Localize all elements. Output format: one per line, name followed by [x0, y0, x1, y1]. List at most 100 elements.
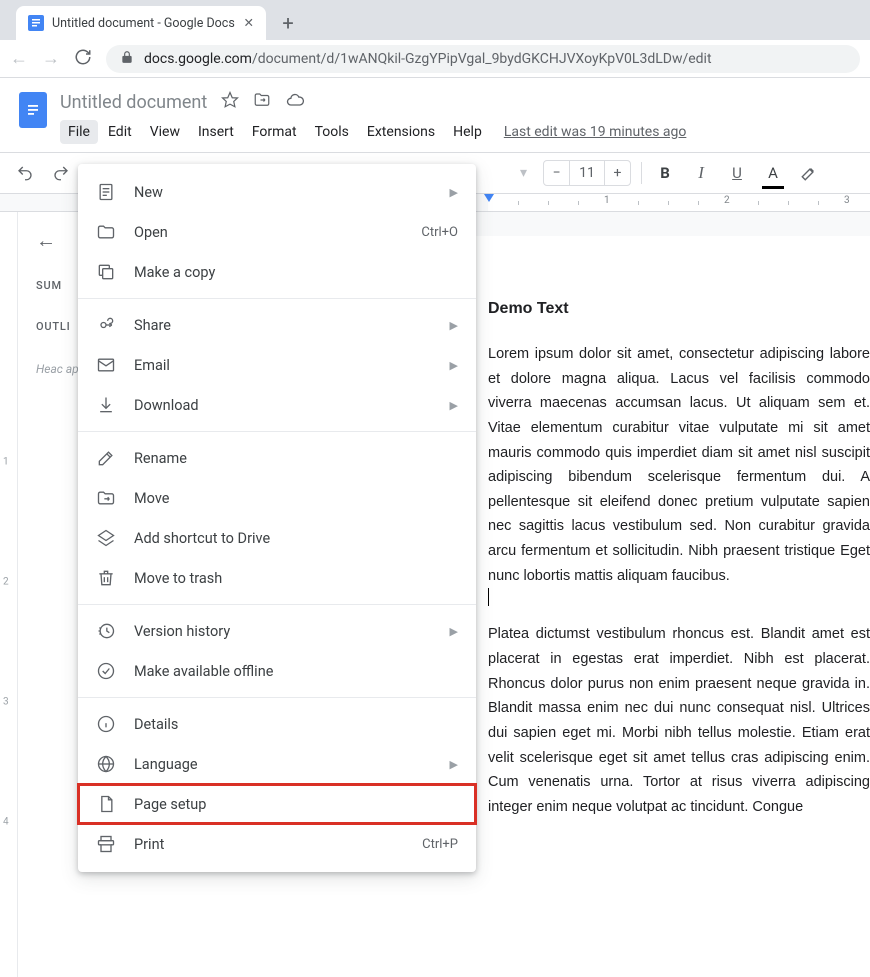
close-tab-icon[interactable]: ✕ — [244, 15, 254, 31]
menu-extensions[interactable]: Extensions — [359, 120, 443, 144]
vertical-ruler[interactable]: 1 2 3 4 — [0, 212, 18, 977]
undo-button[interactable] — [12, 159, 38, 187]
forward-button[interactable]: → — [42, 48, 60, 69]
menu-item-label: Details — [134, 716, 458, 733]
tab-title: Untitled document - Google Docs — [52, 16, 236, 31]
menu-item-label: Open — [134, 224, 403, 241]
separator — [641, 162, 642, 184]
menu-item-label: Make a copy — [134, 264, 458, 281]
file-menu-print[interactable]: Print Ctrl+P — [78, 824, 476, 864]
redo-button[interactable] — [48, 159, 74, 187]
move-icon — [96, 488, 116, 508]
indent-marker-icon[interactable] — [484, 194, 494, 202]
print-icon — [96, 834, 116, 854]
menu-separator — [78, 298, 476, 299]
file-menu-language[interactable]: Language▶ — [78, 744, 476, 784]
submenu-arrow-icon: ▶ — [450, 319, 458, 332]
address-bar: ← → docs.google.com/document/d/1wANQkil-… — [0, 40, 870, 78]
menu-view[interactable]: View — [142, 120, 188, 144]
outline-heading: OUTLI — [36, 320, 76, 333]
menu-item-label: Download — [134, 397, 432, 414]
back-button[interactable]: ← — [10, 48, 28, 69]
font-size-value[interactable]: 11 — [570, 161, 604, 185]
font-style-dropdown[interactable]: ▾ — [514, 165, 533, 181]
move-folder-icon[interactable] — [253, 91, 271, 113]
pagesetup-icon — [96, 794, 116, 814]
menu-help[interactable]: Help — [445, 120, 490, 144]
bold-button[interactable]: B — [652, 159, 678, 187]
menu-item-label: Add shortcut to Drive — [134, 530, 458, 547]
content-paragraph-2[interactable]: Platea dictumst vestibulum rhoncus est. … — [488, 622, 870, 819]
cloud-status-icon[interactable] — [285, 90, 305, 114]
menu-item-label: Move — [134, 490, 458, 507]
doc-icon — [96, 182, 116, 202]
url-input[interactable]: docs.google.com/document/d/1wANQkil-GzgY… — [106, 45, 860, 73]
file-menu-rename[interactable]: Rename — [78, 438, 476, 478]
star-icon[interactable] — [221, 91, 239, 113]
file-menu-make-a-copy[interactable]: Make a copy — [78, 252, 476, 292]
menu-file[interactable]: File — [60, 120, 98, 144]
file-menu-add-shortcut-to-drive[interactable]: Add shortcut to Drive — [78, 518, 476, 558]
font-size-increase[interactable]: + — [604, 161, 630, 185]
menu-separator — [78, 431, 476, 432]
file-menu-share[interactable]: Share▶ — [78, 305, 476, 345]
shortcut-icon — [96, 528, 116, 548]
menu-item-label: Rename — [134, 450, 458, 467]
menubar: File Edit View Insert Format Tools Exten… — [60, 118, 858, 146]
rename-icon — [96, 448, 116, 468]
submenu-arrow-icon: ▶ — [450, 625, 458, 638]
font-size-decrease[interactable]: − — [544, 161, 570, 185]
file-menu-make-available-offline[interactable]: Make available offline — [78, 651, 476, 691]
reload-button[interactable] — [74, 48, 92, 70]
document-title[interactable]: Untitled document — [60, 92, 207, 113]
last-edit-link[interactable]: Last edit was 19 minutes ago — [504, 124, 687, 140]
file-menu-open[interactable]: OpenCtrl+O — [78, 212, 476, 252]
copy-icon — [96, 262, 116, 282]
file-menu-move[interactable]: Move — [78, 478, 476, 518]
italic-button[interactable]: I — [688, 159, 714, 187]
language-icon — [96, 754, 116, 774]
file-menu-email[interactable]: Email ▶ — [78, 345, 476, 385]
menu-format[interactable]: Format — [244, 120, 305, 144]
docs-logo[interactable] — [12, 88, 54, 140]
file-menu-details[interactable]: Details — [78, 704, 476, 744]
lock-icon — [120, 50, 134, 68]
submenu-arrow-icon: ▶ — [450, 186, 458, 199]
file-menu-version-history[interactable]: Version history ▶ — [78, 611, 476, 651]
ruler-mark: 1 — [604, 195, 610, 206]
info-icon — [96, 714, 116, 734]
file-menu-move-to-trash[interactable]: Move to trash — [78, 558, 476, 598]
new-tab-button[interactable]: + — [274, 9, 302, 37]
menu-separator — [78, 604, 476, 605]
browser-tab[interactable]: Untitled document - Google Docs ✕ — [16, 6, 266, 40]
file-menu-dropdown: New ▶ OpenCtrl+O Make a copy Share▶ Email ▶ Dow… — [78, 164, 476, 872]
menu-item-label: Email — [134, 357, 432, 374]
content-paragraph-1[interactable]: Lorem ipsum dolor sit amet, consectetur … — [488, 342, 870, 588]
font-size-control: − 11 + — [543, 160, 631, 186]
file-menu-new[interactable]: New ▶ — [78, 172, 476, 212]
file-menu-download[interactable]: Download▶ — [78, 385, 476, 425]
docs-header: Untitled document File Edit View Insert … — [0, 78, 870, 146]
menu-item-label: New — [134, 184, 432, 201]
browser-tab-strip: Untitled document - Google Docs ✕ + — [0, 0, 870, 40]
menu-edit[interactable]: Edit — [100, 120, 140, 144]
download-icon — [96, 395, 116, 415]
underline-button[interactable]: U — [724, 159, 750, 187]
menu-tools[interactable]: Tools — [307, 120, 357, 144]
highlight-button[interactable] — [796, 159, 822, 187]
submenu-arrow-icon: ▶ — [450, 359, 458, 372]
file-menu-page-setup[interactable]: Page setup — [78, 784, 476, 824]
share-icon — [96, 315, 116, 335]
menu-shortcut: Ctrl+P — [422, 837, 458, 852]
menu-item-label: Version history — [134, 623, 432, 640]
outline-back-icon[interactable]: ← — [36, 228, 76, 253]
url-path: /document/d/1wANQkil-GzgYPipVgal_9bydGKC… — [252, 51, 712, 67]
text-color-button[interactable]: A — [760, 159, 786, 187]
menu-item-label: Print — [134, 836, 404, 853]
text-cursor — [488, 588, 489, 606]
menu-item-label: Language — [134, 756, 432, 773]
content-heading[interactable]: Demo Text — [488, 300, 870, 318]
menu-item-label: Move to trash — [134, 570, 458, 587]
ruler-mark: 3 — [844, 195, 850, 206]
menu-insert[interactable]: Insert — [190, 120, 242, 144]
